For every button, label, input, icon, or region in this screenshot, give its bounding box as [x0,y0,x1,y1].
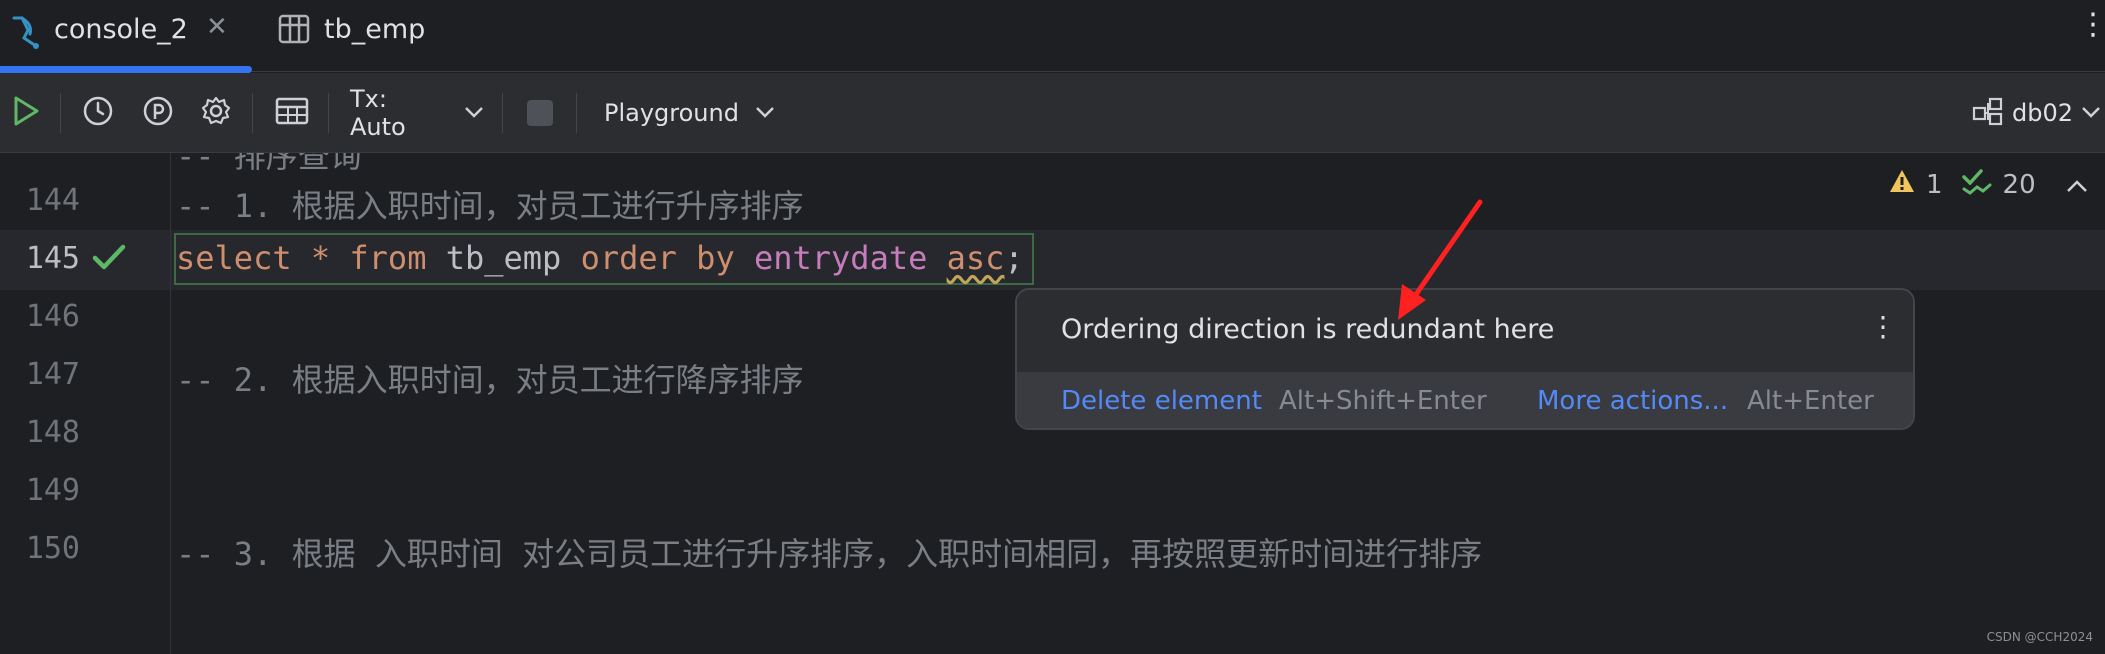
history-icon [82,95,114,131]
tab-tb-emp[interactable]: tb_emp [272,0,452,72]
history-button[interactable] [78,73,118,153]
check-icon [92,243,126,275]
result-view-button[interactable] [270,73,314,153]
datasource-label: db02 [2012,99,2074,127]
sql-statement-line: select * from tb_emp order by entrydate … [176,239,1024,277]
parameters-icon [142,95,174,131]
line-number: 146 [25,299,80,334]
chevron-up-icon[interactable] [2066,170,2088,200]
toolbar-separator [60,93,61,133]
keyword-from: from [349,239,427,277]
watermark: CSDN @CCH2024 [1986,630,2093,644]
table-icon [278,14,310,51]
delete-shortcut: Alt+Shift+Enter [1279,386,1487,416]
line-number: 145 [25,241,80,276]
playground-dropdown[interactable]: Playground [604,73,774,153]
toolbar-separator [502,93,503,133]
gutter-divider [170,153,171,654]
check-double-icon [1961,167,1993,202]
more-actions-link[interactable]: More actions... [1537,386,1728,416]
code-comment-line: -- 1. 根据入职时间，对员工进行升序排序 [176,187,804,225]
result-table-icon [275,97,309,129]
line-number: 144 [25,183,80,218]
tab-label: tb_emp [324,14,426,45]
active-tab-indicator [0,66,252,73]
column-name: entrydate [753,239,928,277]
datasource-selector[interactable]: db02 [1972,73,2105,153]
database-console-icon [10,12,44,59]
table-name: tb_emp [426,239,581,277]
chevron-down-icon [2081,104,2101,123]
inspection-widget[interactable]: 1 20 [1888,167,2105,202]
line-number: 149 [25,473,80,508]
keyword-select: select [176,239,292,277]
semicolon: ; [1004,239,1024,277]
code-comment-line: -- 2. 根据入职时间，对员工进行降序排序 [176,361,804,399]
star: * [291,239,350,277]
keyword-asc-warning[interactable]: asc [947,239,1005,277]
settings-icon [200,95,232,131]
popup-actions: Delete element Alt+Shift+Enter More acti… [1017,372,1913,428]
ok-count: 20 [2002,169,2036,200]
line-number: 148 [25,415,80,450]
toolbar-separator [328,93,329,133]
code-comment-line: -- 3. 根据 入职时间 对公司员工进行升序排序，入职时间相同，再按照更新时间… [176,535,1483,573]
console-toolbar: Tx: Auto Playground db02 [0,73,2105,153]
warning-count: 1 [1926,169,1943,200]
keyword-order: order [580,239,677,277]
warning-icon [1888,168,1916,201]
close-icon[interactable]: ✕ [206,12,228,42]
playground-label: Playground [604,99,739,127]
run-button[interactable] [4,73,48,153]
more-vertical-icon[interactable]: ⋮ [1869,310,1897,343]
chevron-down-icon [464,104,484,123]
tab-console-2[interactable]: console_2 ✕ [0,0,252,73]
more-actions-shortcut: Alt+Enter [1747,386,1874,416]
transaction-mode-dropdown[interactable]: Tx: Auto [350,73,484,153]
red-arrow-annotation [1398,199,1483,320]
tab-label: console_2 [54,14,188,45]
stop-button[interactable] [522,73,558,153]
settings-button[interactable] [196,73,236,153]
more-vertical-icon[interactable]: ⋮ [2078,10,2105,40]
run-icon [11,95,41,131]
partially-hidden-comment: -- 排序查询 [176,153,362,175]
editor-tab-bar: console_2 ✕ tb_emp ⋮ [0,0,2105,73]
chevron-down-icon [755,104,775,123]
transaction-mode-label: Tx: Auto [350,85,406,141]
datasource-icon [1972,96,2004,130]
parameters-button[interactable] [138,73,178,153]
toolbar-separator [576,93,577,133]
stop-icon [527,100,553,126]
line-number: 147 [25,357,80,392]
toolbar-separator [252,93,253,133]
line-number: 150 [25,531,80,566]
keyword-by: by [676,239,754,277]
delete-element-link[interactable]: Delete element [1061,386,1262,416]
